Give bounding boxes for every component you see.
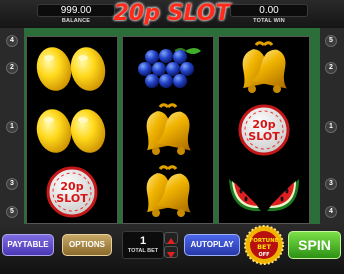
total-win-meter: 0.00 TOTAL WIN [230,4,308,24]
payline-marker[interactable]: 3 [325,178,337,190]
total-bet-label: TOTAL BET [127,248,159,254]
payline-marker[interactable]: 5 [325,35,337,47]
arrow-down-icon [167,252,175,258]
bells-symbol [219,37,309,99]
reel-1: 20p SLOT [26,36,118,224]
paytable-button[interactable]: PAYTABLE [2,234,54,256]
watermelon-symbol [219,161,309,223]
slot-logo-icon: 20p SLOT [46,166,98,218]
game-title: 20p SLOT [113,1,231,26]
reel-3: 20p SLOT [218,36,310,224]
reel-2 [122,36,214,224]
payline-marker[interactable]: 2 [325,62,337,74]
payline-marker[interactable]: 2 [6,62,18,74]
svg-text:SLOT: SLOT [248,130,280,143]
payline-marker[interactable]: 1 [6,121,18,133]
svg-text:OFF: OFF [258,252,269,258]
payline-marker[interactable]: 5 [6,206,18,218]
total-win-value: 0.00 [230,4,308,17]
slot-logo-symbol: 20p SLOT [27,161,117,223]
slot-game: 999.00 BALANCE 20p SLOT 0.00 TOTAL WIN 4… [0,0,344,274]
blueberries-symbol [123,37,213,99]
lemon-symbol [27,99,117,161]
bells-symbol [123,99,213,161]
bells-icon [146,165,191,217]
slot-logo-symbol: 20p SLOT [219,99,309,161]
lemon-icon [36,109,106,153]
svg-text:BET: BET [257,243,271,251]
fortune-bet-button[interactable]: FORTUNE BET OFF [244,225,284,265]
bells-icon [146,103,191,155]
watermelon-icon [229,179,299,212]
bet-decrease-button[interactable] [164,246,178,258]
total-bet-value: 1 [139,235,147,247]
slot-logo-icon: 20p SLOT [238,104,290,156]
top-bar: 999.00 BALANCE 20p SLOT 0.00 TOTAL WIN [0,0,344,28]
payline-marker[interactable]: 4 [6,35,18,47]
arrow-up-icon [167,238,175,244]
payline-marker[interactable]: 1 [325,121,337,133]
autoplay-button[interactable]: AUTOPLAY [184,234,240,256]
bells-icon [242,41,287,93]
payline-marker[interactable]: 4 [325,206,337,218]
options-button[interactable]: OPTIONS [62,234,112,256]
blueberries-icon [138,48,201,88]
svg-text:SLOT: SLOT [56,192,88,205]
bells-symbol [123,161,213,223]
spin-button[interactable]: SPIN [288,231,341,259]
lemon-icon [36,47,106,91]
lemon-symbol [27,37,117,99]
payline-marker[interactable]: 3 [6,178,18,190]
total-bet-display: 1 TOTAL BET [122,231,164,259]
total-win-label: TOTAL WIN [253,18,285,24]
bet-increase-button[interactable] [164,232,178,244]
